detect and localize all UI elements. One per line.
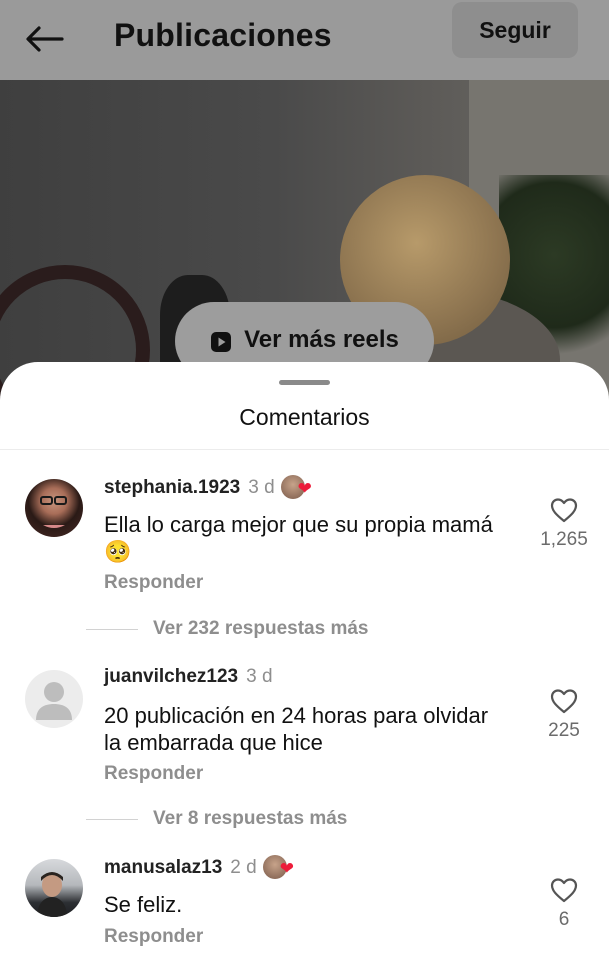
red-heart-icon: ❤ [279, 859, 294, 878]
avatar-face-icon [37, 872, 67, 917]
red-heart-icon: ❤ [297, 479, 312, 498]
comment-meta: stephania.1923 3 d ❤ [104, 475, 315, 501]
comment-time: 2 d [230, 857, 257, 878]
reply-button[interactable]: Responder [104, 763, 203, 785]
comment-text: 20 publicación en 24 horas para olvidar … [104, 703, 489, 755]
back-arrow-icon [26, 26, 64, 52]
comments-sheet: Comentarios stephania.1923 3 d ❤ Ella lo… [0, 362, 609, 972]
like-column: 225 [524, 688, 604, 742]
view-more-replies-label: Ver 8 respuestas más [153, 808, 348, 829]
heart-outline-icon[interactable] [550, 688, 578, 714]
follow-button[interactable]: Seguir [452, 2, 578, 58]
avatar[interactable] [25, 859, 83, 917]
divider [0, 449, 609, 450]
replies-line [86, 628, 138, 630]
comment-meta: juanvilchez123 3 d [104, 666, 273, 688]
heart-outline-icon[interactable] [550, 877, 578, 903]
reply-button[interactable]: Responder [104, 926, 203, 948]
sheet-drag-handle[interactable] [279, 380, 330, 385]
avatar[interactable] [25, 670, 83, 728]
comment-time: 3 d [246, 666, 273, 687]
top-bar: Publicaciones Seguir [0, 0, 609, 80]
view-more-replies-label: Ver 232 respuestas más [153, 618, 369, 639]
page-title: Publicaciones [114, 17, 332, 53]
like-count: 225 [548, 720, 580, 741]
like-count: 1,265 [540, 529, 588, 550]
comment-meta: manusalaz13 2 d ❤ [104, 855, 297, 881]
view-more-replies[interactable]: Ver 8 respuestas más [86, 808, 347, 830]
comment-username[interactable]: juanvilchez123 [104, 666, 238, 688]
comment-text: Ella lo carga mejor que su propia mamá 🥺 [104, 512, 493, 564]
avatar-glasses-icon [40, 496, 67, 528]
comment-username[interactable]: manusalaz13 [104, 857, 222, 879]
see-more-reels-label: Ver más reels [244, 326, 399, 353]
like-count: 6 [558, 909, 570, 930]
comment-time: 3 d [248, 477, 275, 498]
comment-item: manusalaz13 2 d ❤ Se feliz. Responder 6 [0, 855, 609, 970]
heart-outline-icon[interactable] [550, 497, 578, 523]
back-button[interactable] [18, 18, 70, 60]
reels-icon [211, 332, 232, 352]
view-more-replies[interactable]: Ver 232 respuestas más [86, 618, 369, 640]
comment-username[interactable]: stephania.1923 [104, 477, 240, 499]
reply-button[interactable]: Responder [104, 572, 203, 594]
comments-title: Comentarios [239, 404, 370, 430]
replies-line [86, 818, 138, 820]
comment-item: juanvilchez123 3 d 20 publicación en 24 … [0, 666, 609, 816]
comment-item: stephania.1923 3 d ❤ Ella lo carga mejor… [0, 475, 609, 625]
creator-liked-badge: ❤ [262, 855, 297, 881]
avatar[interactable] [25, 479, 83, 537]
creator-liked-badge: ❤ [280, 475, 315, 501]
like-column: 1,265 [524, 497, 604, 551]
like-column: 6 [524, 877, 604, 931]
comment-text: Se feliz. [104, 892, 183, 917]
default-avatar-icon [36, 682, 72, 720]
